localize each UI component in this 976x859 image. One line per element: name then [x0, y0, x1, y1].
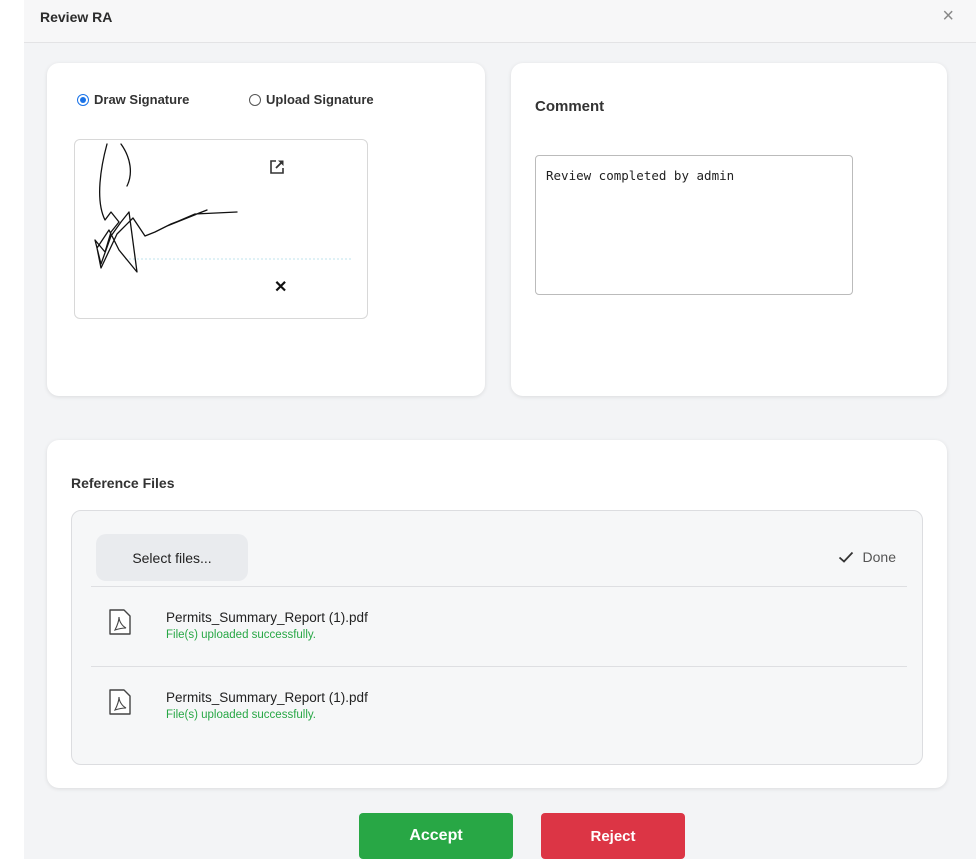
radio-selected-icon[interactable] — [77, 93, 89, 106]
file-name: Permits_Summary_Report (1).pdf — [166, 610, 368, 625]
external-link-icon[interactable] — [269, 159, 285, 175]
upload-status-label: Done — [862, 549, 896, 565]
file-status: File(s) uploaded successfully. — [166, 709, 316, 721]
radio-unselected-icon[interactable] — [249, 93, 261, 106]
upload-signature-radio[interactable]: Upload Signature — [249, 92, 374, 107]
clear-signature-icon[interactable]: ✕ — [274, 280, 287, 296]
file-row: Permits_Summary_Report (1).pdf File(s) u… — [91, 588, 907, 666]
upload-signature-label: Upload Signature — [266, 92, 374, 107]
checkmark-icon — [838, 551, 853, 563]
reference-files-label: Reference Files — [71, 475, 175, 491]
draw-signature-radio[interactable]: Draw Signature — [77, 92, 189, 107]
comment-label: Comment — [535, 98, 605, 115]
signature-card: Draw Signature Upload Signature ✕ — [47, 63, 485, 396]
review-dialog: Review RA × Draw Signature Upload Signat… — [24, 0, 976, 859]
file-status: File(s) uploaded successfully. — [166, 629, 316, 641]
draw-signature-label: Draw Signature — [94, 92, 190, 107]
dialog-title: Review RA — [40, 9, 113, 25]
comment-card: Comment Review completed by admin — [511, 63, 947, 396]
divider — [91, 666, 907, 667]
dialog-header: Review RA × — [24, 0, 976, 43]
signature-pad[interactable]: ✕ — [74, 139, 368, 319]
reject-button[interactable]: Reject — [541, 813, 685, 859]
file-name: Permits_Summary_Report (1).pdf — [166, 690, 368, 705]
close-icon[interactable]: × — [942, 6, 954, 26]
divider — [91, 586, 907, 587]
file-upload-area: Select files... Done Permits_Summary_Rep… — [71, 510, 923, 765]
pdf-file-icon — [109, 689, 131, 715]
pdf-file-icon — [109, 609, 131, 635]
comment-textarea[interactable]: Review completed by admin — [535, 155, 853, 295]
reference-files-card: Reference Files Select files... Done Per… — [47, 440, 947, 788]
select-files-button[interactable]: Select files... — [96, 534, 248, 581]
upload-status: Done — [838, 549, 896, 565]
accept-button[interactable]: Accept — [359, 813, 513, 859]
signature-drawing — [94, 143, 353, 273]
file-row: Permits_Summary_Report (1).pdf File(s) u… — [91, 668, 907, 746]
